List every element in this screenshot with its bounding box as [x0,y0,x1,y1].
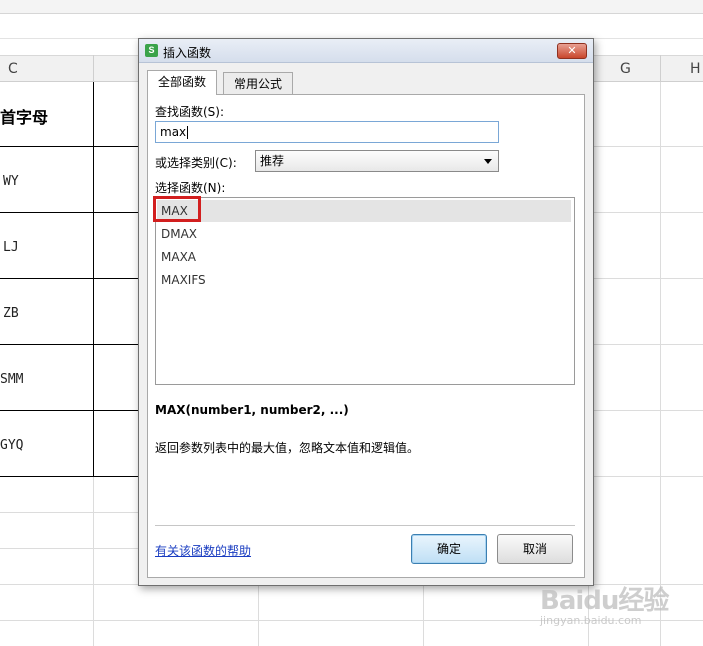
function-description: 返回参数列表中的最大值，忽略文本值和逻辑值。 [155,441,420,455]
column-header-h[interactable]: H [690,61,701,77]
gridline [660,82,661,646]
search-label: 查找函数(S): [155,105,225,119]
app-logo-icon: S [145,44,158,57]
category-label: 或选择类别(C): [155,156,237,170]
table-cell[interactable]: ZB [3,306,19,321]
column-header-g[interactable]: G [620,61,631,77]
table-border [0,344,138,345]
gridline [594,344,703,345]
gridline [594,146,703,147]
gridline [594,476,703,477]
close-button[interactable]: ✕ [557,43,587,59]
function-listbox[interactable]: MAX DMAX MAXA MAXIFS [155,197,575,385]
list-item-maxa[interactable]: MAXA [157,246,571,268]
ok-button[interactable]: 确定 [411,534,487,564]
cell-header-initials[interactable]: 首字母 [0,104,48,128]
list-item-dmax[interactable]: DMAX [157,223,571,245]
gridline [594,278,703,279]
gridline [0,548,138,549]
function-list-label: 选择函数(N): [155,181,226,195]
watermark-url: jingyan.baidu.com [540,614,642,627]
table-cell[interactable]: SMM [0,372,23,387]
watermark-text: Baidu经验 [540,586,669,616]
gridline [423,586,424,646]
highlight-annotation-box [153,196,201,222]
table-border [0,278,138,279]
table-border [0,212,138,213]
list-item-max[interactable]: MAX [157,200,571,222]
table-border [0,146,138,147]
insert-function-dialog: S 插入函数 ✕ 全部函数 常用公式 查找函数(S): max 或选择类别(C)… [138,38,594,586]
gridline [0,512,138,513]
column-header-c[interactable]: C [8,61,18,77]
cancel-button[interactable]: 取消 [497,534,573,564]
toolbar-strip [0,0,703,14]
dialog-titlebar[interactable]: S 插入函数 ✕ [139,39,593,63]
text-caret [187,126,189,139]
chevron-down-icon [484,159,492,164]
close-icon: ✕ [567,44,577,57]
table-cell[interactable]: WY [3,174,19,189]
divider [155,525,575,526]
table-cell[interactable]: LJ [3,240,19,255]
table-border [0,410,138,411]
table-cell[interactable]: GYQ [0,438,23,453]
search-input-value: max [160,125,187,139]
dialog-title: 插入函数 [163,46,212,60]
tab-all-functions[interactable]: 全部函数 [147,70,218,95]
category-select[interactable]: 推荐 [255,150,499,172]
help-link[interactable]: 有关该函数的帮助 [155,542,251,559]
list-item-maxifs[interactable]: MAXIFS [157,269,571,291]
search-input[interactable]: max [155,121,499,143]
baidu-watermark: Baidu经验 jingyan.baidu.com [540,572,700,644]
function-signature: MAX(number1, number2, ...) [155,403,349,417]
col-divider [93,55,94,82]
table-border [0,476,138,477]
category-selected-value: 推荐 [260,154,285,168]
gridline [594,410,703,411]
gridline [594,212,703,213]
col-divider [660,55,661,82]
table-border [93,82,94,476]
gridline [258,586,259,646]
tab-common-formulas[interactable]: 常用公式 [223,72,294,94]
